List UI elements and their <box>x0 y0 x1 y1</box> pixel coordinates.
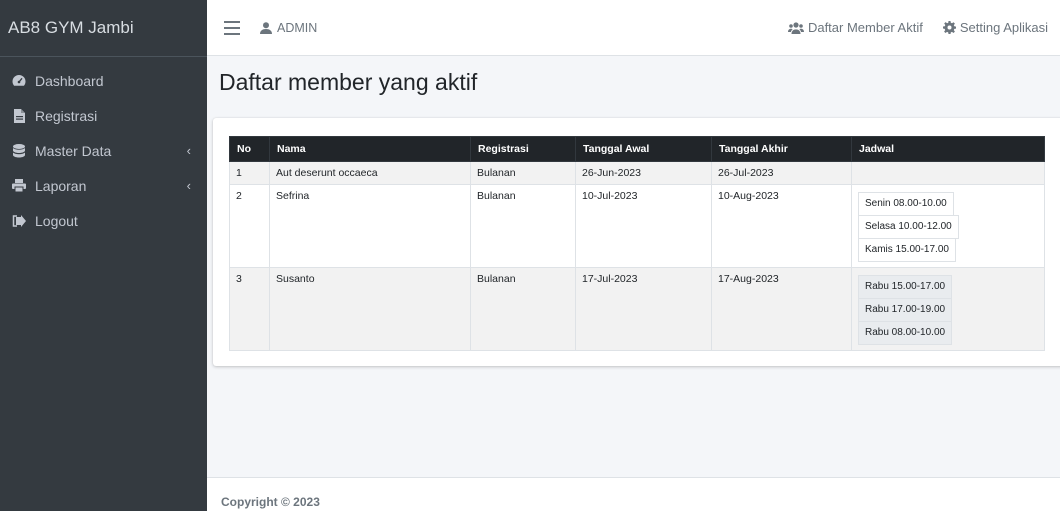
sidebar-item-label: Laporan <box>35 177 87 194</box>
cell-tanggal-akhir: 10-Aug-2023 <box>711 184 852 268</box>
cell-nama: Susanto <box>269 267 471 351</box>
sidebar: AB8 GYM Jambi Dashboard Registrasi Maste… <box>0 0 207 511</box>
sidebar-item-registrasi[interactable]: Registrasi <box>0 98 207 133</box>
column-header-nama[interactable]: Nama <box>269 136 471 162</box>
cell-tanggal-awal: 10-Jul-2023 <box>575 184 712 268</box>
top-navbar: ADMIN Daftar Member Aktif Setting Aplika… <box>207 0 1060 56</box>
sidebar-item-label: Master Data <box>35 142 112 159</box>
column-header-jadwal[interactable]: Jadwal <box>851 136 1045 162</box>
cell-tanggal-awal: 26-Jun-2023 <box>575 161 712 185</box>
cell-no: 1 <box>229 161 270 185</box>
table-row: 3 Susanto Bulanan 17-Jul-2023 17-Aug-202… <box>229 267 1045 351</box>
sidebar-item-label: Logout <box>35 212 78 229</box>
jadwal-item: Rabu 17.00-19.00 <box>858 298 953 322</box>
page-title: Daftar member yang aktif <box>219 69 478 95</box>
sidebar-item-logout[interactable]: Logout <box>0 203 207 238</box>
cell-jadwal <box>851 161 1045 185</box>
cell-tanggal-awal: 17-Jul-2023 <box>575 267 712 351</box>
brand-title[interactable]: AB8 GYM Jambi <box>0 0 207 57</box>
setting-aplikasi-link[interactable]: Setting Aplikasi <box>942 20 1048 35</box>
member-table: No Nama Registrasi Tanggal Awal Tanggal … <box>229 136 1045 351</box>
column-header-tanggal-awal[interactable]: Tanggal Awal <box>575 136 712 162</box>
cell-no: 2 <box>229 184 270 268</box>
setting-aplikasi-label: Setting Aplikasi <box>959 20 1048 35</box>
column-header-no[interactable]: No <box>229 136 270 162</box>
chevron-left-icon: ‹ <box>186 178 191 193</box>
database-icon <box>12 143 26 158</box>
user-icon <box>260 21 272 34</box>
sidebar-item-label: Dashboard <box>35 72 104 89</box>
users-icon <box>787 21 804 34</box>
sidebar-item-dashboard[interactable]: Dashboard <box>0 63 207 98</box>
print-icon <box>12 179 26 193</box>
sidebar-item-master-data[interactable]: Master Data ‹ <box>0 133 207 168</box>
cell-registrasi: Bulanan <box>470 184 576 268</box>
sidebar-nav: Dashboard Registrasi Master Data ‹ Lapor… <box>0 57 207 238</box>
menu-toggle-icon[interactable] <box>224 20 240 35</box>
member-card: No Nama Registrasi Tanggal Awal Tanggal … <box>213 118 1060 366</box>
file-icon <box>12 108 26 123</box>
cell-jadwal: Senin 08.00-10.00 Selasa 10.00-12.00 Kam… <box>851 184 1045 268</box>
daftar-member-aktif-link[interactable]: Daftar Member Aktif <box>787 20 923 35</box>
jadwal-item: Selasa 10.00-12.00 <box>858 215 959 239</box>
sign-out-icon <box>12 214 26 228</box>
navbar-right-links: Daftar Member Aktif Setting Aplikasi <box>768 20 1060 35</box>
jadwal-item: Rabu 15.00-17.00 <box>858 275 953 299</box>
jadwal-list: Senin 08.00-10.00 Selasa 10.00-12.00 Kam… <box>858 190 1038 262</box>
jadwal-item: Kamis 15.00-17.00 <box>858 238 956 262</box>
cell-jadwal: Rabu 15.00-17.00 Rabu 17.00-19.00 Rabu 0… <box>851 267 1045 351</box>
cell-no: 3 <box>229 267 270 351</box>
cell-nama: Aut deserunt occaeca <box>269 161 471 185</box>
user-menu[interactable]: ADMIN <box>260 21 317 35</box>
footer: Copyright © 2023 <box>207 477 1060 511</box>
tachometer-icon <box>12 74 26 88</box>
column-header-tanggal-akhir[interactable]: Tanggal Akhir <box>711 136 852 162</box>
jadwal-item: Senin 08.00-10.00 <box>858 192 954 216</box>
table-header-row: No Nama Registrasi Tanggal Awal Tanggal … <box>229 136 1045 162</box>
sidebar-item-laporan[interactable]: Laporan ‹ <box>0 168 207 203</box>
table-row: 1 Aut deserunt occaeca Bulanan 26-Jun-20… <box>229 161 1045 185</box>
cell-tanggal-akhir: 17-Aug-2023 <box>711 267 852 351</box>
copyright-text: Copyright © 2023 <box>221 495 320 509</box>
jadwal-list: Rabu 15.00-17.00 Rabu 17.00-19.00 Rabu 0… <box>858 273 1038 345</box>
cell-tanggal-akhir: 26-Jul-2023 <box>711 161 852 185</box>
cell-registrasi: Bulanan <box>470 267 576 351</box>
cell-registrasi: Bulanan <box>470 161 576 185</box>
chevron-left-icon: ‹ <box>186 143 191 158</box>
main-content: Daftar member yang aktif No Nama Registr… <box>207 56 1060 366</box>
user-label: ADMIN <box>277 20 318 35</box>
daftar-member-aktif-label: Daftar Member Aktif <box>807 20 923 35</box>
cell-nama: Sefrina <box>269 184 471 268</box>
cog-icon <box>942 21 956 34</box>
jadwal-item: Rabu 08.00-10.00 <box>858 321 953 345</box>
column-header-registrasi[interactable]: Registrasi <box>470 136 576 162</box>
sidebar-item-label: Registrasi <box>35 107 98 124</box>
table-row: 2 Sefrina Bulanan 10-Jul-2023 10-Aug-202… <box>229 184 1045 268</box>
